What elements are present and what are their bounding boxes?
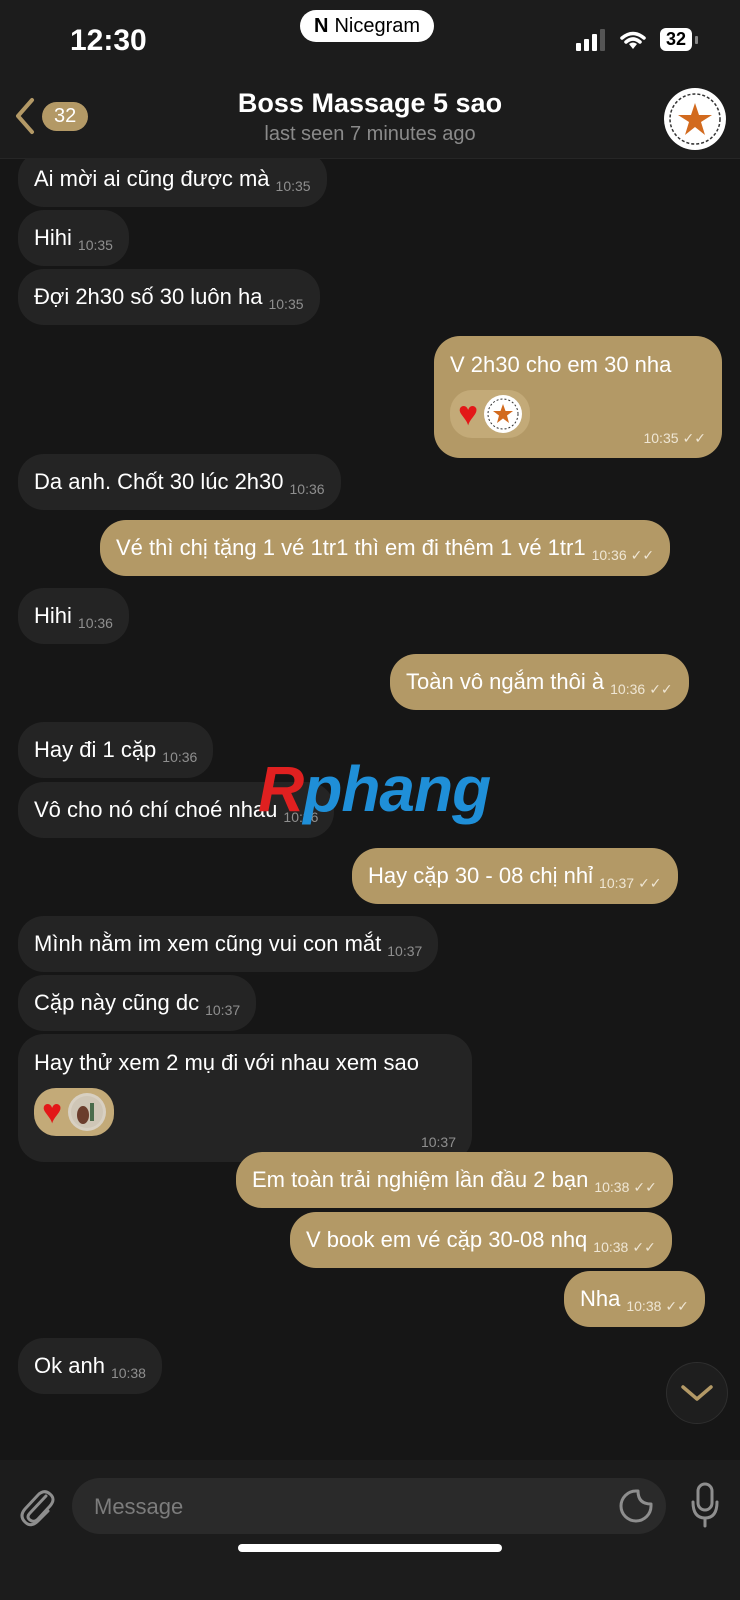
- message-incoming[interactable]: Hihi 10:35: [18, 210, 129, 266]
- scroll-to-bottom-button[interactable]: [666, 1362, 728, 1424]
- read-checkmarks-icon: ✓✓: [682, 430, 706, 446]
- signal-icon: [575, 28, 605, 51]
- message-time: 10:37: [420, 1134, 456, 1150]
- message-text: Vé thì chị tặng 1 vé 1tr1 thì em đi thêm…: [116, 535, 586, 560]
- reaction-bar[interactable]: ♥: [34, 1088, 115, 1136]
- message-text: Đợi 2h30 số 30 luôn ha: [34, 284, 263, 309]
- message-text: Ai mời ai cũng được mà: [34, 166, 270, 191]
- composer-bar: [0, 1460, 740, 1600]
- message-incoming[interactable]: Ai mời ai cũng được mà 10:35: [18, 158, 327, 207]
- message-incoming[interactable]: Hay đi 1 cặp 10:36: [18, 722, 214, 778]
- watermark-initial: R: [258, 753, 304, 825]
- message-text: Hihi: [34, 225, 72, 250]
- message-time: 10:36: [610, 681, 646, 697]
- message-text: Hay đi 1 cặp: [34, 737, 157, 762]
- chevron-down-icon: [681, 1385, 713, 1401]
- nicegram-logo-icon: N: [314, 14, 329, 37]
- chat-header: 32 Boss Massage 5 sao last seen 7 minute…: [0, 80, 740, 159]
- message-time: 10:38: [110, 1365, 146, 1381]
- chat-last-seen: last seen 7 minutes ago: [264, 123, 476, 145]
- contact-avatar[interactable]: [664, 88, 726, 150]
- sticker-icon[interactable]: [618, 1488, 654, 1524]
- message-text: Em toàn trải nghiệm lần đầu 2 bạn: [252, 1167, 589, 1192]
- chat-title[interactable]: Boss Massage 5 sao: [0, 88, 740, 119]
- read-checkmarks-icon: ✓✓: [630, 547, 655, 563]
- message-outgoing[interactable]: Nha 10:38 ✓✓: [564, 1271, 705, 1327]
- message-incoming[interactable]: Hay thử xem 2 mụ đi với nhau xem sao ♥ 1…: [18, 1034, 472, 1162]
- reactor-photo-icon: [71, 1096, 104, 1128]
- message-text: V 2h30 cho em 30 nha: [450, 352, 672, 377]
- message-outgoing[interactable]: Vé thì chị tặng 1 vé 1tr1 thì em đi thêm…: [100, 520, 671, 576]
- message-time: 10:35: [275, 178, 311, 194]
- message-text: Ok anh: [34, 1353, 105, 1378]
- message-text: Toàn vô ngắm thôi à: [406, 669, 605, 694]
- message-incoming[interactable]: Da anh. Chốt 30 lúc 2h30 10:36: [18, 454, 341, 510]
- read-checkmarks-icon: ✓✓: [649, 681, 673, 697]
- message-time: 10:37: [599, 875, 635, 891]
- system-icons: 32: [575, 28, 699, 51]
- star-logo-icon: [669, 93, 721, 145]
- read-checkmarks-icon: ✓✓: [632, 1239, 656, 1255]
- message-time: 10:36: [77, 615, 113, 631]
- message-incoming[interactable]: Hihi 10:36: [18, 588, 129, 644]
- message-time: 10:36: [289, 481, 325, 497]
- message-input[interactable]: [92, 1478, 576, 1536]
- reaction-bar[interactable]: ♥: [450, 390, 531, 438]
- heart-reaction-icon: ♥: [458, 395, 479, 433]
- message-text: Hay thử xem 2 mụ đi với nhau xem sao: [34, 1050, 419, 1075]
- home-indicator: [238, 1544, 502, 1552]
- star-logo-icon: [487, 398, 519, 430]
- message-incoming[interactable]: Đợi 2h30 số 30 luôn ha 10:35: [18, 269, 320, 325]
- message-time: 10:35: [268, 296, 304, 312]
- message-text: V book em vé cặp 30-08 nhq: [306, 1227, 588, 1252]
- app-pill: N Nicegram: [300, 10, 435, 42]
- message-time: 10:38: [594, 1179, 630, 1195]
- watermark-logo: Rphang: [258, 752, 491, 826]
- message-time: 10:37: [387, 943, 423, 959]
- message-incoming[interactable]: Cặp này cũng dc 10:37: [18, 975, 257, 1031]
- message-text: Hay cặp 30 - 08 chị nhỉ: [368, 863, 594, 888]
- message-outgoing[interactable]: V 2h30 cho em 30 nha ♥ 10:35 ✓✓: [434, 336, 722, 458]
- message-time: 10:36: [591, 547, 627, 563]
- message-incoming[interactable]: Mình nằm im xem cũng vui con mắt 10:37: [18, 916, 439, 972]
- message-outgoing[interactable]: Toàn vô ngắm thôi à 10:36 ✓✓: [390, 654, 689, 710]
- message-incoming[interactable]: Ok anh 10:38: [18, 1338, 162, 1394]
- read-checkmarks-icon: ✓✓: [665, 1298, 689, 1314]
- message-text: Hihi: [34, 603, 72, 628]
- app-pill-label: Nicegram: [334, 14, 421, 37]
- message-text: Vô cho nó chí choé nhau: [34, 797, 278, 822]
- wifi-icon: [620, 31, 646, 49]
- reactor-avatar: [68, 1093, 107, 1131]
- message-outgoing[interactable]: Em toàn trải nghiệm lần đầu 2 bạn 10:38 ✓✓: [236, 1152, 673, 1208]
- message-text: Da anh. Chốt 30 lúc 2h30: [34, 469, 284, 494]
- message-outgoing[interactable]: Hay cặp 30 - 08 chị nhỉ 10:37 ✓✓: [352, 848, 678, 904]
- reactor-avatar: [484, 395, 523, 433]
- read-checkmarks-icon: ✓✓: [638, 875, 662, 891]
- status-bar: 12:30 N Nicegram 32: [0, 0, 740, 80]
- message-time: 10:35: [77, 237, 113, 253]
- battery-indicator: 32: [659, 28, 699, 51]
- message-time: 10:35: [643, 430, 679, 446]
- message-text: Nha: [580, 1286, 621, 1311]
- heart-reaction-icon: ♥: [42, 1093, 63, 1131]
- microphone-icon[interactable]: [690, 1482, 720, 1530]
- message-time: 10:38: [626, 1298, 662, 1314]
- message-outgoing[interactable]: V book em vé cặp 30-08 nhq 10:38 ✓✓: [290, 1212, 672, 1268]
- message-time: 10:37: [205, 1002, 241, 1018]
- message-time: 10:36: [162, 749, 198, 765]
- message-time: 10:38: [593, 1239, 629, 1255]
- message-input-container: [72, 1478, 666, 1536]
- message-text: Cặp này cũng dc: [34, 990, 200, 1015]
- attach-paperclip-icon[interactable]: [16, 1486, 56, 1528]
- watermark-text: phang: [303, 753, 491, 825]
- message-text: Mình nằm im xem cũng vui con mắt: [34, 931, 382, 956]
- status-time: 12:30: [70, 24, 147, 57]
- read-checkmarks-icon: ✓✓: [633, 1179, 657, 1195]
